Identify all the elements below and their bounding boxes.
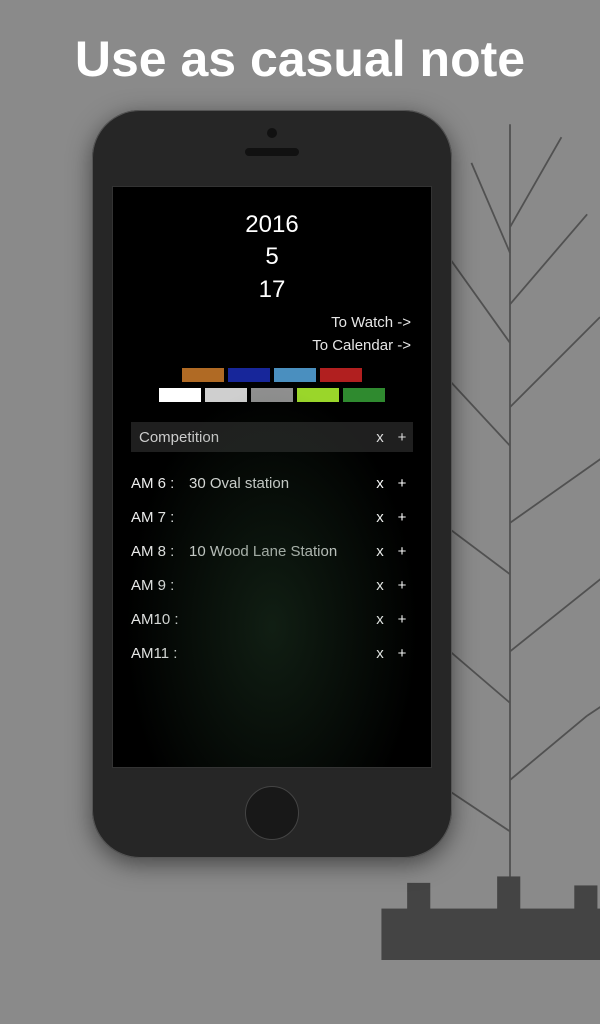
slot-time: AM 6 : [131, 475, 189, 492]
app-screen: 2016 5 17 To Watch -> To Calendar -> Com… [112, 186, 432, 768]
color-swatch-4[interactable] [159, 388, 201, 402]
color-swatch-0[interactable] [182, 368, 224, 382]
color-swatch-1[interactable] [228, 368, 270, 382]
time-slot-0: AM 6 : 30 Oval stationx+ [131, 468, 413, 498]
home-button[interactable] [245, 786, 299, 840]
day-value: 17 [123, 274, 421, 306]
slot-time: AM 8 : [131, 543, 189, 560]
slot-add-button[interactable]: + [391, 577, 413, 594]
slot-clear-button[interactable]: x [369, 543, 391, 560]
time-slot-4: AM10 : x+ [131, 604, 413, 634]
slot-clear-button[interactable]: x [369, 611, 391, 628]
slot-add-button[interactable]: + [391, 611, 413, 628]
color-swatch-6[interactable] [251, 388, 293, 402]
month-value: 5 [123, 241, 421, 273]
slot-clear-button[interactable]: x [369, 475, 391, 492]
color-swatch-7[interactable] [297, 388, 339, 402]
time-slots: AM 6 : 30 Oval stationx+AM 7 :x+AM 8 : 1… [131, 468, 413, 668]
slot-add-button[interactable]: + [391, 543, 413, 560]
color-swatch-2[interactable] [274, 368, 316, 382]
time-slot-1: AM 7 : x+ [131, 502, 413, 532]
slot-time: AM11 : [131, 645, 189, 662]
slot-time: AM10 : [131, 611, 189, 628]
slot-clear-button[interactable]: x [369, 577, 391, 594]
slot-clear-button[interactable]: x [369, 645, 391, 662]
time-slot-5: AM11 : x+ [131, 638, 413, 668]
note-clear-button[interactable]: x [369, 429, 391, 446]
slot-value-input[interactable]: 10 Wood Lane Station [189, 543, 369, 560]
promo-headline: Use as casual note [0, 30, 600, 88]
note-title-input[interactable]: Competition [131, 429, 369, 446]
slot-add-button[interactable]: + [391, 475, 413, 492]
slot-add-button[interactable]: + [391, 645, 413, 662]
slot-value-input[interactable]: 30 Oval station [189, 475, 369, 492]
year-value: 2016 [123, 209, 421, 241]
slot-add-button[interactable]: + [391, 509, 413, 526]
slot-time: AM 9 : [131, 577, 189, 594]
note-title-row: Competition x + [131, 422, 413, 452]
color-swatch-8[interactable] [343, 388, 385, 402]
date-display: 2016 5 17 [123, 209, 421, 306]
to-watch-link[interactable]: To Watch -> [123, 314, 411, 331]
to-calendar-link[interactable]: To Calendar -> [123, 337, 411, 354]
phone-frame: 2016 5 17 To Watch -> To Calendar -> Com… [92, 110, 452, 858]
time-slot-3: AM 9 : x+ [131, 570, 413, 600]
color-swatch-3[interactable] [320, 368, 362, 382]
color-palette [123, 368, 421, 402]
time-slot-2: AM 8 : 10 Wood Lane Stationx+ [131, 536, 413, 566]
slot-time: AM 7 : [131, 509, 189, 526]
color-swatch-5[interactable] [205, 388, 247, 402]
slot-clear-button[interactable]: x [369, 509, 391, 526]
note-add-button[interactable]: + [391, 429, 413, 446]
